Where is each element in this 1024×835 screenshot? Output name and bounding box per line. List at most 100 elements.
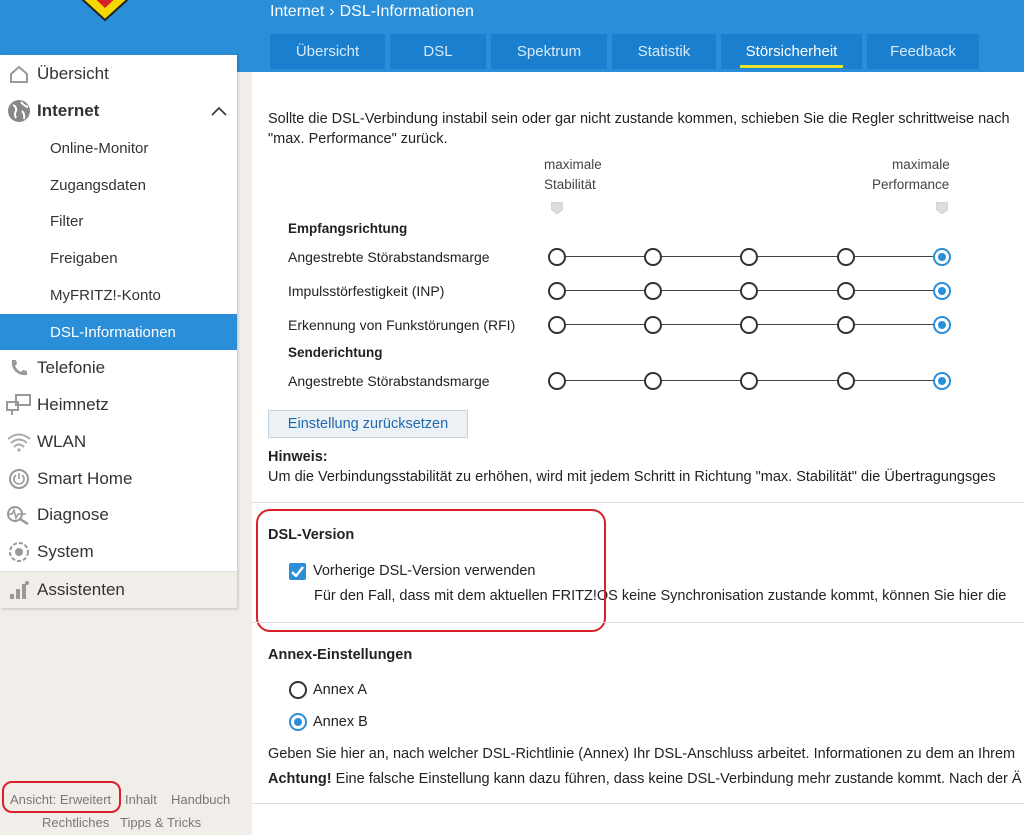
slider-step-2[interactable] (644, 372, 662, 390)
slider-track (662, 256, 740, 257)
slider-step-2[interactable] (644, 282, 662, 300)
hint-label: Hinweis: (268, 449, 328, 465)
sidebar-item-system[interactable]: System (0, 534, 237, 570)
annex-description: Geben Sie hier an, nach welcher DSL-Rich… (268, 746, 1016, 762)
slider-track (855, 256, 933, 257)
wifi-icon (0, 432, 37, 452)
sidebar-item-zugangsdaten[interactable]: Zugangsdaten (0, 167, 237, 203)
breadcrumb: Internet › DSL-Informationen (270, 3, 474, 21)
scale-left-1: maximale (544, 157, 602, 172)
slider-track (662, 324, 740, 325)
slider-track (855, 324, 933, 325)
slider-track (566, 380, 644, 381)
slider-step-4[interactable] (837, 282, 855, 300)
scale-right-1: maximale (892, 157, 950, 172)
slider-step-3[interactable] (740, 372, 758, 390)
tab-feedback[interactable]: Feedback (867, 34, 979, 69)
power-icon (0, 468, 37, 490)
sidebar-item-heimnetz[interactable]: Heimnetz (0, 387, 237, 423)
breadcrumb-separator: › (329, 3, 335, 20)
tab-bar: Übersicht DSL Spektrum Statistik Störsic… (270, 34, 984, 69)
network-icon (0, 394, 37, 416)
slider-label-1: Angestrebte Störabstandsmarge (288, 249, 490, 265)
tab-stoersicherheit[interactable]: Störsicherheit (721, 34, 862, 69)
manual-link[interactable]: Handbuch (171, 792, 230, 807)
slider-track (566, 290, 644, 291)
slider-label-3: Erkennung von Funkstörungen (RFI) (288, 317, 516, 333)
sidebar-item-wlan[interactable]: WLAN (0, 424, 237, 460)
sidebar-item-dsl-informationen[interactable]: DSL-Informationen (0, 314, 237, 350)
slider-rfi[interactable] (548, 315, 951, 335)
annex-a-label[interactable]: Annex A (313, 682, 367, 698)
send-heading: Senderichtung (288, 345, 383, 360)
slider-step-4[interactable] (837, 248, 855, 266)
slider-track (758, 380, 837, 381)
hint-text: Um die Verbindungsstabilität zu erhöhen,… (268, 469, 996, 485)
slider-step-1[interactable] (548, 316, 566, 334)
sidebar-item-smart-home[interactable]: Smart Home (0, 461, 237, 497)
slider-inp[interactable] (548, 281, 951, 301)
slider-step-2[interactable] (644, 316, 662, 334)
intro-line-1: Sollte die DSL-Verbindung instabil sein … (268, 111, 1010, 127)
divider (252, 803, 1024, 804)
diagnose-icon (0, 505, 37, 525)
sidebar-item-myfritz-konto[interactable]: MyFRITZ!-Konto (0, 277, 237, 313)
chevron-up-icon[interactable] (211, 106, 227, 116)
highlight-dsl-version (256, 509, 606, 632)
legal-link[interactable]: Rechtliches (42, 815, 109, 830)
slider-step-1[interactable] (548, 372, 566, 390)
sidebar-item-uebersicht[interactable]: Übersicht (0, 56, 237, 92)
sidebar: Übersicht Internet Online-Monitor Zugang… (0, 55, 237, 608)
warning-text: Eine falsche Einstellung kann dazu führe… (331, 771, 1022, 787)
sidebar-item-assistenten[interactable]: Assistenten (0, 571, 237, 608)
slider-track (662, 290, 740, 291)
sidebar-item-freigaben[interactable]: Freigaben (0, 240, 237, 276)
annex-heading: Annex-Einstellungen (268, 647, 413, 663)
sidebar-item-online-monitor[interactable]: Online-Monitor (0, 130, 237, 166)
sidebar-item-internet[interactable]: Internet (0, 93, 237, 129)
sidebar-item-filter[interactable]: Filter (0, 203, 237, 239)
slider-step-3[interactable] (740, 316, 758, 334)
phone-icon (0, 358, 37, 378)
annex-b-radio[interactable] (289, 713, 307, 731)
slider-step-4[interactable] (837, 316, 855, 334)
slider-snr-send[interactable] (548, 371, 951, 391)
slider-step-5[interactable] (933, 282, 951, 300)
annex-b-label[interactable]: Annex B (313, 714, 368, 730)
slider-step-1[interactable] (548, 282, 566, 300)
system-icon (0, 541, 37, 563)
scale-right-2: Performance (872, 177, 950, 192)
tips-link[interactable]: Tipps & Tricks (120, 815, 201, 830)
sidebar-item-telefonie[interactable]: Telefonie (0, 350, 237, 386)
divider (252, 622, 1024, 623)
slider-step-5[interactable] (933, 248, 951, 266)
slider-step-2[interactable] (644, 248, 662, 266)
warning-label: Achtung! (268, 771, 332, 787)
breadcrumb-parent[interactable]: Internet (270, 3, 324, 20)
slider-step-5[interactable] (933, 316, 951, 334)
annex-a-radio[interactable] (289, 681, 307, 699)
tab-dsl[interactable]: DSL (390, 34, 486, 69)
slider-step-4[interactable] (837, 372, 855, 390)
scale-left-2: Stabilität (544, 177, 596, 192)
slider-snr-receive[interactable] (548, 247, 951, 267)
breadcrumb-current: DSL-Informationen (339, 3, 474, 20)
slider-step-1[interactable] (548, 248, 566, 266)
tab-statistik[interactable]: Statistik (612, 34, 716, 69)
tab-uebersicht[interactable]: Übersicht (270, 34, 385, 69)
slider-step-5[interactable] (933, 372, 951, 390)
content-link[interactable]: Inhalt (125, 792, 157, 807)
main-content: Sollte die DSL-Verbindung instabil sein … (252, 72, 1024, 835)
slider-track (855, 290, 933, 291)
slider-step-3[interactable] (740, 282, 758, 300)
slider-track (758, 290, 837, 291)
sidebar-item-diagnose[interactable]: Diagnose (0, 497, 237, 533)
tab-spektrum[interactable]: Spektrum (491, 34, 607, 69)
globe-icon (0, 99, 37, 123)
reset-settings-button[interactable]: Einstellung zurücksetzen (268, 410, 468, 438)
slider-label-4: Angestrebte Störabstandsmarge (288, 373, 490, 389)
fritz-logo (81, 0, 129, 22)
slider-step-3[interactable] (740, 248, 758, 266)
receive-heading: Empfangsrichtung (288, 221, 408, 236)
intro-line-2: "max. Performance" zurück. (268, 131, 448, 147)
